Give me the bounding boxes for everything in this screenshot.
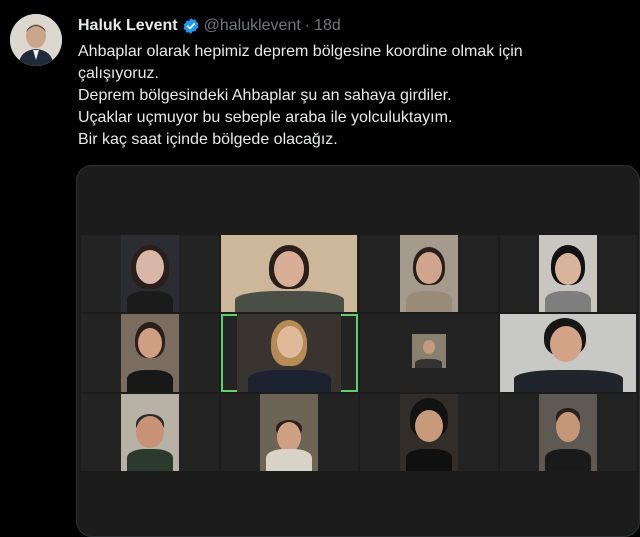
participant-tile — [360, 235, 498, 313]
avatar-portrait — [10, 14, 62, 66]
tweet-line: Uçaklar uçmuyor bu sebeple araba ile yol… — [78, 109, 453, 126]
video-call-grid — [81, 235, 637, 471]
participant-video — [237, 314, 342, 392]
participant-video — [120, 314, 179, 392]
tweet-line: Ahbaplar olarak hepimiz deprem bölgesine… — [78, 43, 523, 60]
participant-video — [399, 393, 458, 471]
participant-video — [399, 235, 458, 313]
participant-video — [539, 235, 598, 313]
participant-tile — [499, 393, 637, 471]
participant-video — [120, 235, 179, 313]
tweet-body: Ahbaplar olarak hepimiz deprem bölgesine… — [78, 41, 618, 151]
participant-video — [260, 393, 319, 471]
participant-tile — [81, 393, 219, 471]
tweet-line: Deprem bölgesindeki Ahbaplar şu an sahay… — [78, 87, 452, 104]
participant-video — [500, 314, 637, 392]
tweet-timestamp[interactable]: 18d — [314, 17, 341, 35]
participant-video — [120, 393, 179, 471]
attached-image[interactable] — [76, 165, 640, 537]
tweet-header: Haluk Levent @haluklevent · 18d — [78, 16, 341, 36]
participant-tile — [499, 235, 637, 313]
participant-video — [411, 334, 446, 369]
participant-tile — [499, 314, 637, 392]
author-handle[interactable]: @haluklevent — [204, 17, 301, 35]
participant-tile — [220, 393, 358, 471]
participant-tile — [81, 235, 219, 313]
verified-badge-icon — [182, 17, 200, 35]
participant-tile-active-speaker — [220, 314, 358, 392]
participant-tile — [220, 235, 358, 313]
participant-video — [539, 393, 598, 471]
author-name[interactable]: Haluk Levent — [78, 17, 178, 35]
avatar[interactable] — [10, 14, 62, 66]
tweet-line: çalışıyoruz. — [78, 65, 159, 82]
participant-tile — [360, 393, 498, 471]
tweet-line: Bir kaç saat içinde bölgede olacağız. — [78, 131, 338, 148]
participant-video — [221, 235, 358, 313]
participant-tile — [81, 314, 219, 392]
separator-dot: · — [304, 17, 311, 34]
participant-tile — [360, 314, 498, 392]
